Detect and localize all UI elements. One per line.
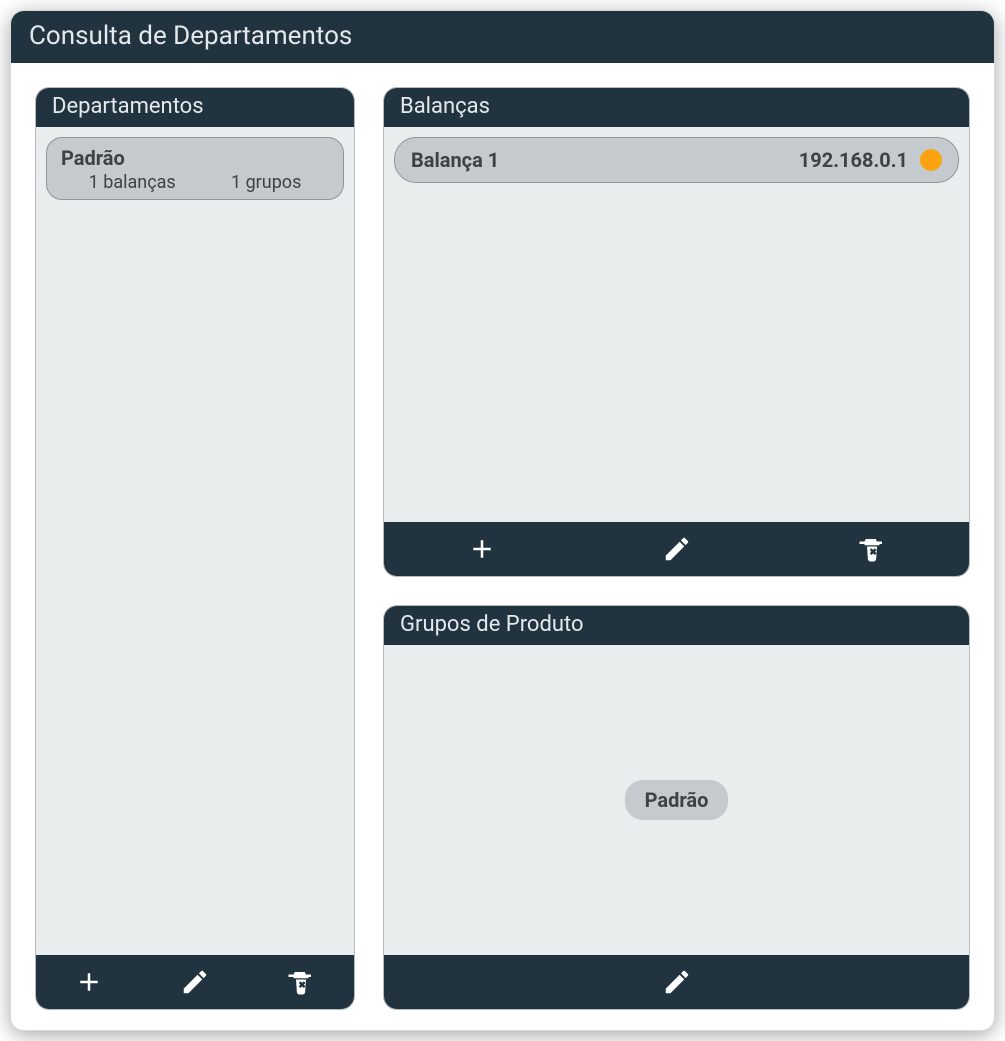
departamento-grupos-count: 1 grupos [231, 172, 301, 193]
panel-header-grupos: Grupos de Produto [384, 606, 969, 645]
delete-departamento-button[interactable] [276, 965, 326, 999]
departamento-balancas-count: 1 balanças [89, 172, 176, 193]
edit-grupo-button[interactable] [652, 965, 702, 999]
panel-title: Balanças [400, 94, 490, 119]
departamento-meta: 1 balanças 1 grupos [61, 170, 329, 193]
balanca-item[interactable]: Balança 1 192.168.0.1 [394, 137, 959, 183]
panel-header-balancas: Balanças [384, 88, 969, 127]
window: Consulta de Departamentos Departamentos … [10, 10, 995, 1031]
pencil-icon [180, 967, 210, 997]
panel-title: Grupos de Produto [400, 612, 584, 637]
edit-departamento-button[interactable] [170, 965, 220, 999]
departamento-name: Padrão [61, 146, 329, 170]
window-titlebar: Consulta de Departamentos [11, 11, 994, 63]
pencil-icon [662, 967, 692, 997]
panel-header-departamentos: Departamentos [36, 88, 354, 127]
left-column: Departamentos Padrão 1 balanças 1 grupos [35, 87, 355, 1010]
departamentos-list: Padrão 1 balanças 1 grupos [36, 127, 354, 955]
balancas-footer [384, 522, 969, 576]
grupo-chip[interactable]: Padrão [625, 780, 729, 820]
window-body: Departamentos Padrão 1 balanças 1 grupos [11, 63, 994, 1030]
departamentos-footer [36, 955, 354, 1009]
trash-x-icon [857, 534, 887, 564]
panel-title: Departamentos [52, 94, 204, 119]
window-title: Consulta de Departamentos [29, 21, 352, 51]
trash-x-icon [286, 967, 316, 997]
pencil-icon [662, 534, 692, 564]
panel-balancas: Balanças Balança 1 192.168.0.1 [383, 87, 970, 577]
add-icon [74, 967, 104, 997]
right-column: Balanças Balança 1 192.168.0.1 [383, 87, 970, 1010]
add-icon [467, 534, 497, 564]
balanca-ip: 192.168.0.1 [799, 148, 908, 172]
grupos-list: Padrão [384, 645, 969, 955]
grupos-footer [384, 955, 969, 1009]
panel-departamentos: Departamentos Padrão 1 balanças 1 grupos [35, 87, 355, 1010]
panel-grupos: Grupos de Produto Padrão [383, 605, 970, 1010]
status-indicator [920, 149, 942, 171]
departamento-item[interactable]: Padrão 1 balanças 1 grupos [46, 137, 344, 200]
delete-balanca-button[interactable] [847, 532, 897, 566]
add-balanca-button[interactable] [457, 532, 507, 566]
add-departamento-button[interactable] [64, 965, 114, 999]
balanca-name: Balança 1 [411, 148, 787, 172]
edit-balanca-button[interactable] [652, 532, 702, 566]
grupo-name: Padrão [645, 788, 709, 812]
balancas-list: Balança 1 192.168.0.1 [384, 127, 969, 522]
